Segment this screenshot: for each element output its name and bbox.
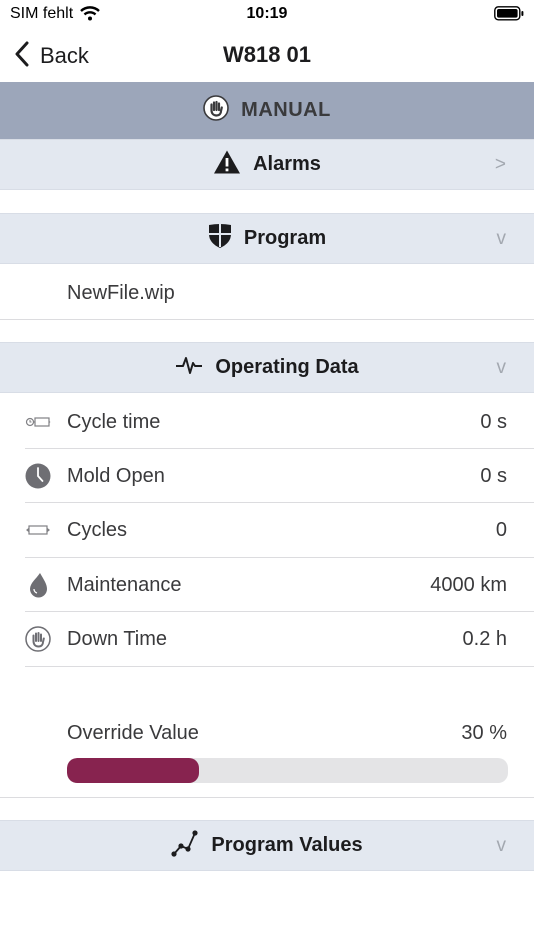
pulse-icon [175,354,203,381]
row-label: Maintenance [67,574,182,596]
section-program[interactable]: Program v [0,213,534,264]
status-bar: SIM fehlt 10:19 [0,0,534,30]
override-label: Override Value [67,722,199,744]
section-title: Alarms [253,153,321,175]
data-row-cycles: Cycles 0 [0,503,534,557]
section-title: Program [243,227,327,249]
chevron-down-icon: v [496,357,507,378]
clock-icon [25,463,51,489]
row-value: 0.2 h [462,628,507,650]
row-label: Mold Open [67,465,165,487]
section-alarms[interactable]: Alarms > [0,139,534,190]
chevron-down-icon: v [496,835,507,856]
divider [25,666,534,667]
status-time: 10:19 [246,5,288,22]
row-value: 0 s [480,411,507,433]
navigation-bar: Back W818 01 [0,30,534,82]
shield-icon [208,223,232,254]
cycles-icon [25,517,51,543]
row-label: Down Time [67,628,168,650]
program-file-row[interactable]: NewFile.wip [0,266,534,320]
override-value: 30 % [461,722,507,744]
data-row-cycle-time: Cycle time 0 s [0,395,534,449]
section-program-values[interactable]: Program Values v [0,820,534,871]
data-row-maintenance: Maintenance 4000 km [0,558,534,612]
override-progress-bar [67,758,508,783]
row-value: 0 s [480,465,507,487]
row-label: Cycle time [67,411,161,433]
divider [0,319,534,320]
drop-icon [25,572,51,598]
hand-icon [25,626,51,652]
graph-icon [171,829,199,862]
mode-banner: MANUAL [0,82,534,139]
hand-icon [203,95,229,126]
divider [0,797,534,798]
page-title: W818 01 [222,42,312,67]
warning-icon [213,149,241,180]
cycle-time-icon [25,409,51,435]
row-value: 4000 km [430,574,507,596]
row-value: 0 [495,519,507,541]
battery-icon [494,6,524,26]
data-row-mold-open: Mold Open 0 s [0,449,534,503]
chevron-right-icon: > [494,154,506,175]
chevron-down-icon: v [496,228,507,249]
mode-label: MANUAL [241,99,331,121]
data-row-down-time: Down Time 0.2 h [0,612,534,666]
section-title: Program Values [211,834,363,856]
row-label: Cycles [67,519,128,541]
override-progress-fill [67,758,200,783]
section-operating-data[interactable]: Operating Data v [0,342,534,393]
section-title: Operating Data [215,356,359,378]
program-file-name: NewFile.wip [67,282,175,304]
